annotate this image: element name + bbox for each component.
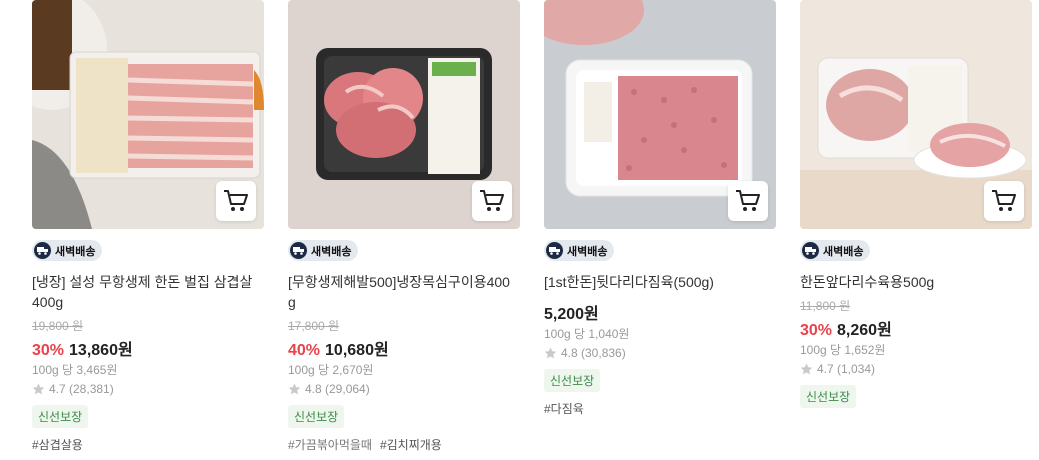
badge-label: 새벽배송 xyxy=(823,245,864,258)
truck-icon xyxy=(34,242,51,259)
unit-price: 100g 당 2,670원 xyxy=(288,363,374,377)
add-to-cart-button[interactable] xyxy=(216,181,256,221)
add-to-cart-button[interactable] xyxy=(984,181,1024,221)
badge-label: 새벽배송 xyxy=(567,245,608,258)
price-row: 40% 10,680원 xyxy=(288,336,520,359)
truck-icon xyxy=(802,242,819,259)
discount-rate: 30% xyxy=(32,342,65,359)
fresh-guarantee-tag: 신선보장 xyxy=(32,405,89,428)
product-title[interactable]: 한돈앞다리수육용500g xyxy=(800,272,1028,292)
original-price: 11,800 원 xyxy=(800,299,851,313)
badge-label: 새벽배송 xyxy=(55,245,96,258)
hashtags: #삼겹살용 xyxy=(32,436,264,453)
rating: 4.7 (28,381) xyxy=(32,381,264,397)
product-card[interactable]: 새벽배송 [1st한돈]뒷다리다짐육(500g) 5,200원 100g 당 1… xyxy=(544,0,776,417)
dawn-delivery-badge: 새벽배송 xyxy=(32,240,103,261)
rating-text: 4.8 (30,836) xyxy=(561,346,626,360)
star-icon xyxy=(32,383,45,394)
dawn-delivery-badge: 새벽배송 xyxy=(288,240,359,261)
add-to-cart-button[interactable] xyxy=(728,181,768,221)
hashtags: #가끔볶아먹을때 #김치찌개용 xyxy=(288,436,520,453)
truck-icon xyxy=(546,242,563,259)
sale-price: 5,200원 xyxy=(544,306,599,323)
badge-label: 새벽배송 xyxy=(311,245,352,258)
fresh-guarantee-tag: 신선보장 xyxy=(800,385,857,408)
rating: 4.8 (29,064) xyxy=(288,381,520,397)
rating: 4.8 (30,836) xyxy=(544,345,776,361)
product-card[interactable]: 새벽배송 [냉장] 설성 무항생제 한돈 벌집 삼겹살 400g 19,800 … xyxy=(32,0,264,453)
price-row: 5,200원 xyxy=(544,300,776,323)
original-price: 19,800 원 xyxy=(32,319,84,333)
product-card[interactable]: 새벽배송 [무항생제해발500]냉장목심구이용400g 17,800 원 40%… xyxy=(288,0,520,453)
cart-icon xyxy=(224,190,248,211)
discount-rate: 40% xyxy=(288,342,321,359)
truck-icon xyxy=(290,242,307,259)
hashtag[interactable]: #삼겹살용 xyxy=(32,438,83,452)
sale-price: 8,260원 xyxy=(837,322,892,339)
rating-text: 4.7 (1,034) xyxy=(817,362,876,376)
product-image[interactable] xyxy=(544,0,776,229)
cart-icon xyxy=(736,190,760,211)
price-row: 30% 13,860원 xyxy=(32,336,264,359)
price-row: 30% 8,260원 xyxy=(800,316,1032,339)
product-title[interactable]: [1st한돈]뒷다리다짐육(500g) xyxy=(544,272,772,292)
rating-text: 4.8 (29,064) xyxy=(305,382,370,396)
star-icon xyxy=(800,363,813,374)
add-to-cart-button[interactable] xyxy=(472,181,512,221)
hashtag[interactable]: #김치찌개용 xyxy=(380,438,442,452)
unit-price: 100g 당 1,652원 xyxy=(800,343,886,357)
discount-rate: 30% xyxy=(800,322,833,339)
product-image[interactable] xyxy=(32,0,264,229)
hashtag[interactable]: #다짐육 xyxy=(544,402,584,416)
unit-price: 100g 당 1,040원 xyxy=(544,327,630,341)
dawn-delivery-badge: 새벽배송 xyxy=(544,240,615,261)
cart-icon xyxy=(480,190,504,211)
product-title[interactable]: [냉장] 설성 무항생제 한돈 벌집 삼겹살 400g xyxy=(32,272,260,312)
product-card[interactable]: 새벽배송 한돈앞다리수육용500g 11,800 원 30% 8,260원 100… xyxy=(800,0,1032,408)
product-image[interactable] xyxy=(800,0,1032,229)
product-grid: 새벽배송 [냉장] 설성 무항생제 한돈 벌집 삼겹살 400g 19,800 … xyxy=(0,0,1039,460)
hashtags: #다짐육 xyxy=(544,400,776,417)
product-title[interactable]: [무항생제해발500]냉장목심구이용400g xyxy=(288,272,516,312)
product-image[interactable] xyxy=(288,0,520,229)
unit-price: 100g 당 3,465원 xyxy=(32,363,118,377)
star-icon xyxy=(288,383,301,394)
original-price: 17,800 원 xyxy=(288,319,340,333)
sale-price: 10,680원 xyxy=(325,342,389,359)
dawn-delivery-badge: 새벽배송 xyxy=(800,240,871,261)
hashtag[interactable]: #가끔볶아먹을때 xyxy=(288,438,372,452)
cart-icon xyxy=(992,190,1016,211)
rating: 4.7 (1,034) xyxy=(800,361,1032,377)
rating-text: 4.7 (28,381) xyxy=(49,382,114,396)
star-icon xyxy=(544,347,557,358)
sale-price: 13,860원 xyxy=(69,342,133,359)
fresh-guarantee-tag: 신선보장 xyxy=(288,405,345,428)
fresh-guarantee-tag: 신선보장 xyxy=(544,369,601,392)
